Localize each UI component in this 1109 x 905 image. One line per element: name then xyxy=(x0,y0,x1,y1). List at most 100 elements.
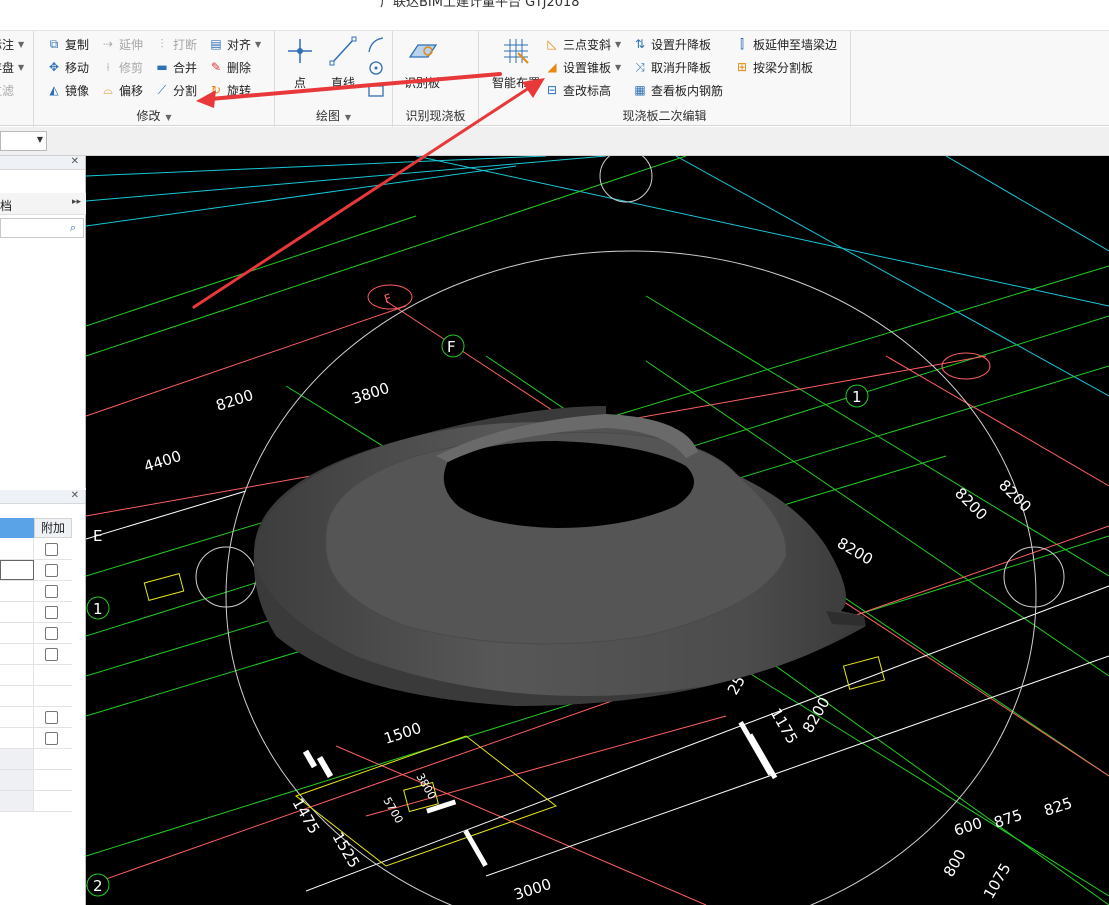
table-cell[interactable] xyxy=(0,602,34,622)
table-row[interactable] xyxy=(0,602,72,623)
extend-button[interactable]: ⇢ 延伸 xyxy=(100,34,143,54)
mirror-button[interactable]: ◭ 镜像 xyxy=(46,80,89,100)
extra-checkbox[interactable] xyxy=(45,732,58,745)
ribbon-item-dimension[interactable]: 标注▼ xyxy=(0,34,24,54)
table-cell[interactable] xyxy=(0,560,34,580)
extend-icon: ⇢ xyxy=(102,37,114,51)
split-by-beam-label: 按梁分割板 xyxy=(753,60,814,75)
drawing-canvas[interactable]: F 1 E 1 2 F 8200 3800 4400 8200 8200 820… xyxy=(86,156,1109,905)
table-row[interactable] xyxy=(0,665,72,686)
table-cell[interactable] xyxy=(0,623,34,643)
recognize-group-title: 识别现浇板 xyxy=(405,109,466,123)
table-cell[interactable] xyxy=(0,686,34,706)
extra-checkbox[interactable] xyxy=(45,627,58,640)
modify-group-label[interactable]: 修改 ▼ xyxy=(34,107,274,124)
bubble-circle xyxy=(599,156,653,203)
view-rebar-button[interactable]: ▦ 查看板内钢筋 xyxy=(632,80,723,100)
split-button[interactable]: ⟋ 分割 xyxy=(154,80,197,100)
table-cell[interactable] xyxy=(0,644,34,664)
set-drop-slab-label: 设置升降板 xyxy=(651,37,712,52)
break-button[interactable]: ⫶ 打断 xyxy=(154,34,197,54)
table-row[interactable] xyxy=(0,728,72,749)
set-cone-slab-button[interactable]: ◢ 设置锥板 ▼ xyxy=(544,57,621,77)
extra-checkbox[interactable] xyxy=(45,648,58,661)
trim-button[interactable]: ⟊ 修剪 xyxy=(100,57,143,77)
doc-tab[interactable]: 档 ▸▸ xyxy=(0,193,86,215)
ribbon-item-save[interactable]: 存盘▼ xyxy=(0,57,24,77)
extra-checkbox[interactable] xyxy=(45,711,58,724)
table-row[interactable] xyxy=(0,707,72,728)
dim-text: 800 xyxy=(940,846,970,880)
table-cell[interactable] xyxy=(0,749,34,769)
extra-checkbox[interactable] xyxy=(45,564,58,577)
ribbon-group-recognize: 识别板 识别现浇板 xyxy=(393,31,479,127)
table-cell[interactable] xyxy=(0,770,34,790)
align-button[interactable]: ▤ 对齐 ▼ xyxy=(208,34,261,54)
trim-label: 修剪 xyxy=(119,60,144,75)
table-row[interactable] xyxy=(0,623,72,644)
line-button[interactable]: 直线 xyxy=(321,35,365,91)
table-cell[interactable] xyxy=(0,728,34,748)
modify-group-title: 修改 xyxy=(136,109,161,123)
table-row[interactable] xyxy=(0,686,72,707)
close-icon[interactable]: ✕ xyxy=(71,156,79,167)
table-cell[interactable] xyxy=(0,581,34,601)
cancel-drop-slab-button[interactable]: ⤨ 取消升降板 xyxy=(632,57,711,77)
edit-elevation-button[interactable]: ⊟ 查改标高 xyxy=(544,80,611,100)
table-row[interactable] xyxy=(0,749,72,770)
annotation-text: 5700 xyxy=(380,795,405,826)
split-by-beam-icon: ⊞ xyxy=(736,60,748,74)
split-by-beam-button[interactable]: ⊞ 按梁分割板 xyxy=(734,57,813,77)
merge-label: 合并 xyxy=(173,60,198,75)
table-row[interactable] xyxy=(0,644,72,665)
extra-checkbox[interactable] xyxy=(45,543,58,556)
table-cell[interactable] xyxy=(0,539,34,559)
table-row[interactable] xyxy=(0,770,72,791)
set-drop-slab-button[interactable]: ⇅ 设置升降板 xyxy=(632,34,711,54)
extend-slab-icon: ⫿ xyxy=(740,37,744,51)
recognize-slab-button[interactable]: 识别板 xyxy=(401,35,443,91)
axis-label-1b: 1 xyxy=(93,600,103,618)
offset-icon: ⌓ xyxy=(103,83,113,97)
component-tree xyxy=(0,240,84,488)
panel-header: ✕ xyxy=(0,490,85,504)
table-cell[interactable] xyxy=(0,707,34,727)
table-cell[interactable] xyxy=(0,791,34,811)
point-button[interactable]: 点 xyxy=(278,35,322,91)
table-row[interactable] xyxy=(0,581,72,602)
header-cell-selected[interactable] xyxy=(0,518,34,538)
dim-text: 600 xyxy=(952,814,985,840)
table-row[interactable] xyxy=(0,791,72,812)
slab-edit-group-label: 现浇板二次编辑 xyxy=(479,107,850,124)
table-row[interactable] xyxy=(0,539,72,560)
title-bar: 广联达BIM土建计量平台 GTJ2018 xyxy=(0,0,1109,30)
offset-button[interactable]: ⌓ 偏移 xyxy=(100,80,143,100)
close-icon[interactable]: ✕ xyxy=(71,490,79,501)
ribbon: 标注▼ 存盘▼ 过滤 ⧉复制 ⇢延伸 ⫶打断 ▤对齐▼ ✥ xyxy=(0,30,1109,127)
floor-combo[interactable]: ▼ xyxy=(0,131,47,151)
table-row[interactable] xyxy=(0,560,72,581)
dim-text: 3800 xyxy=(350,379,392,408)
double-chevron-right-icon[interactable]: ▸▸ xyxy=(72,197,81,207)
dim-text: 825 xyxy=(1042,794,1075,820)
extra-checkbox[interactable] xyxy=(45,585,58,598)
rotate-button[interactable]: ↻ 旋转 xyxy=(208,80,251,100)
arc-icon[interactable] xyxy=(365,34,387,100)
cancel-drop-slab-label: 取消升降板 xyxy=(651,60,712,75)
three-point-slope-button[interactable]: ◺ 三点变斜 ▼ xyxy=(544,34,621,54)
table-cell[interactable] xyxy=(0,665,34,685)
delete-button[interactable]: ✎ 删除 xyxy=(208,57,251,77)
split-icon: ⟋ xyxy=(157,83,167,97)
extend-slab-button[interactable]: ⫿ 板延伸至墙梁边 xyxy=(734,34,837,54)
split-label: 分割 xyxy=(173,83,198,98)
move-button[interactable]: ✥ 移动 xyxy=(46,57,89,77)
draw-group-label[interactable]: 绘图 ▼ xyxy=(275,107,392,124)
search-input[interactable]: ⌕ xyxy=(0,218,84,238)
ribbon-item-filter[interactable]: 过滤 xyxy=(0,80,14,100)
merge-button[interactable]: ▬ 合并 xyxy=(154,57,197,77)
copy-button[interactable]: ⧉ 复制 xyxy=(46,34,89,54)
search-icon: ⌕ xyxy=(69,221,77,234)
smart-layout-button[interactable]: 智能布置 xyxy=(491,35,541,91)
extra-checkbox[interactable] xyxy=(45,606,58,619)
move-icon: ✥ xyxy=(48,60,60,74)
